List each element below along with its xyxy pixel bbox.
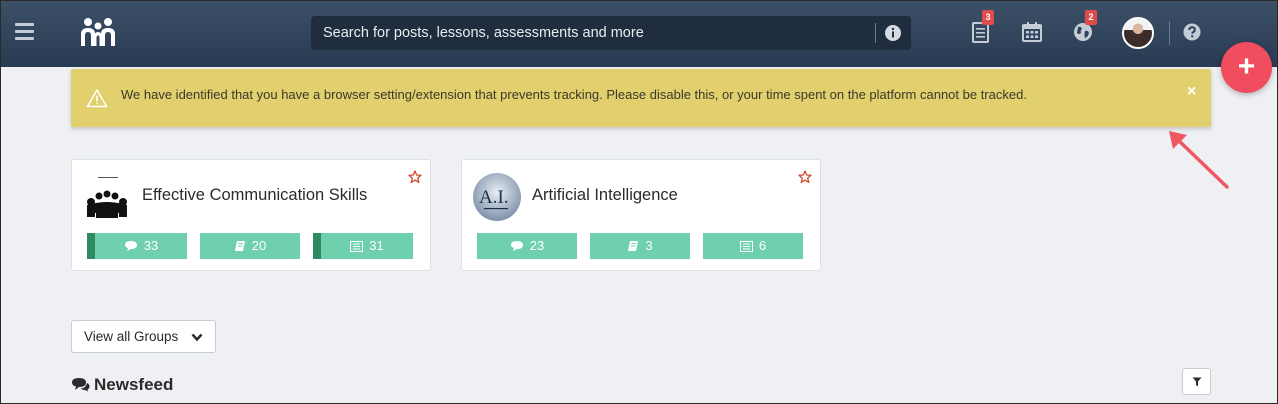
assessments-count: 6 <box>758 238 767 253</box>
book-icon <box>628 241 639 251</box>
app-logo[interactable] <box>79 16 117 48</box>
lessons-count: 3 <box>645 238 653 253</box>
notifications-badge: 3 <box>982 10 994 25</box>
group-card[interactable]: Effective Communication Skills 33 20 31 <box>71 159 431 271</box>
comment-icon <box>124 241 137 251</box>
hamburger-menu-icon[interactable] <box>15 23 35 41</box>
assessments-count: 31 <box>369 238 384 253</box>
list-icon <box>350 241 364 252</box>
comments-stat[interactable]: 33 <box>87 233 187 259</box>
newsfeed-title: Newsfeed <box>94 375 174 394</box>
group-thumbnail: A.I. <box>473 173 521 221</box>
alert-close-button[interactable]: × <box>1187 84 1201 100</box>
nav-divider <box>1169 21 1170 45</box>
view-all-groups-button[interactable]: View all Groups <box>71 320 216 353</box>
group-title[interactable]: Effective Communication Skills <box>142 186 367 205</box>
comments-icon <box>72 378 90 392</box>
group-card[interactable]: A.I. Artificial Intelligence 23 3 6 <box>461 159 821 271</box>
lessons-stat[interactable]: 3 <box>590 233 690 259</box>
comments-count: 33 <box>143 238 159 253</box>
info-icon[interactable] <box>884 24 902 42</box>
warning-icon <box>86 89 108 108</box>
star-icon[interactable] <box>408 170 422 184</box>
alert-message: We have identified that you have a brows… <box>121 87 1027 102</box>
tracking-alert: We have identified that you have a brows… <box>71 69 1211 127</box>
search-bar <box>311 16 911 50</box>
lessons-count: 20 <box>251 238 267 253</box>
assessments-stat[interactable]: 31 <box>313 233 413 259</box>
add-button[interactable]: + <box>1221 42 1272 93</box>
help-icon[interactable] <box>1183 23 1201 41</box>
world-badge: 2 <box>1085 10 1097 25</box>
list-icon <box>739 241 753 252</box>
filter-button[interactable] <box>1182 368 1211 395</box>
top-navbar: 3 2 <box>1 1 1277 67</box>
newsfeed-heading: Newsfeed <box>71 375 173 395</box>
view-all-groups-label: View all Groups <box>84 329 179 344</box>
book-icon <box>234 241 245 251</box>
filter-icon <box>1192 377 1202 387</box>
calendar-icon[interactable] <box>1021 21 1043 43</box>
lessons-stat[interactable]: 20 <box>200 233 300 259</box>
user-avatar[interactable] <box>1122 17 1154 49</box>
comment-icon <box>510 241 523 251</box>
star-icon[interactable] <box>798 170 812 184</box>
search-divider <box>875 23 876 43</box>
chevron-down-icon <box>191 333 203 342</box>
thumbnail-text: A.I. <box>479 187 509 208</box>
search-input[interactable] <box>311 16 871 50</box>
group-title[interactable]: Artificial Intelligence <box>532 186 678 205</box>
comments-count: 23 <box>529 238 545 253</box>
comments-stat[interactable]: 23 <box>477 233 577 259</box>
group-thumbnail <box>87 177 127 218</box>
assessments-stat[interactable]: 6 <box>703 233 803 259</box>
annotation-arrow-icon <box>1169 131 1229 189</box>
